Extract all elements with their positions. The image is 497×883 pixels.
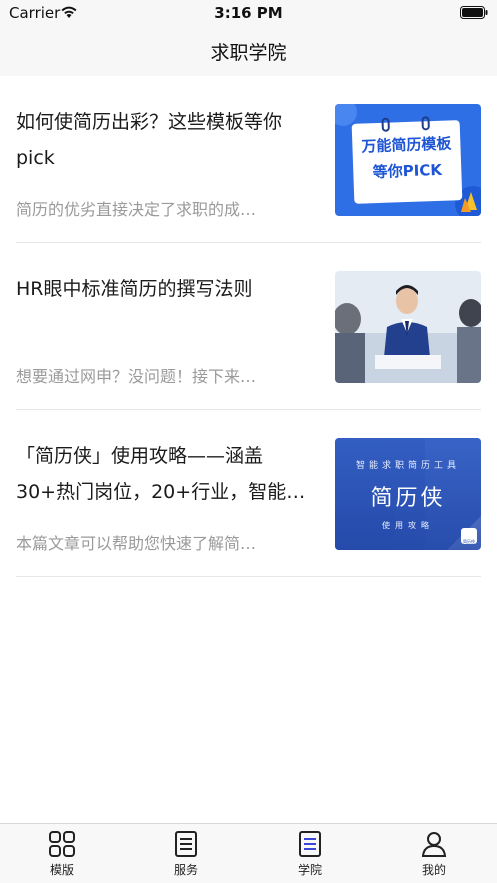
document-icon <box>175 831 197 857</box>
thumb-brand: 简历侠 <box>370 486 446 511</box>
article-thumbnail: 万能简历模板 等你PICK <box>335 104 481 216</box>
status-bar: Carrier 3:16 PM <box>0 0 497 28</box>
article-title: 如何使简历出彩？这些模板等你pick <box>16 111 283 169</box>
business-man-photo <box>335 271 481 383</box>
article-item-hr-resume-rules[interactable]: HR眼中标准简历的撰写法则 想要通过网申？没问题！接下来… <box>16 243 481 410</box>
tab-label: 模版 <box>49 863 74 877</box>
grid-icon <box>49 831 75 857</box>
article-item-resume-templates[interactable]: 如何使简历出彩？这些模板等你pick 简历的优劣直接决定了求职的成… 万能简历模… <box>16 76 481 243</box>
template-card: 万能简历模板 等你PICK <box>351 116 463 204</box>
article-title: 「简历侠」使用攻略——涵盖30+热门岗位，20+行业，智能… <box>16 445 306 503</box>
list-document-icon <box>299 831 321 857</box>
thumb-top-text: 智能求职简历工具 <box>355 461 460 471</box>
battery-icon <box>460 6 488 19</box>
article-thumbnail: 智能求职简历工具 简历侠 使用攻略 简历侠 <box>335 438 481 550</box>
top-bar: Carrier 3:16 PM 求职学院 <box>0 0 497 76</box>
app-screen: Carrier 3:16 PM 求职学院 如何使简历出彩？这些模板等你pick … <box>0 0 497 883</box>
person-icon <box>421 832 447 857</box>
tab-academy[interactable]: 学院 <box>280 830 340 878</box>
tab-label: 服务 <box>173 863 198 877</box>
thumb-bottom-text: 使用攻略 <box>382 521 434 530</box>
thumb-line-1: 万能简历模板 <box>361 134 452 156</box>
article-summary: 简历的优劣直接决定了求职的成… <box>16 200 257 219</box>
article-summary: 想要通过网申？没问题！接下来… <box>16 367 257 386</box>
tab-profile[interactable]: 我的 <box>404 830 464 878</box>
thumb-line-2: 等你PICK <box>372 160 443 182</box>
article-title: HR眼中标准简历的撰写法则 <box>16 278 253 300</box>
article-list: 如何使简历出彩？这些模板等你pick 简历的优劣直接决定了求职的成… 万能简历模… <box>0 76 497 577</box>
tab-services[interactable]: 服务 <box>156 830 216 878</box>
article-summary: 本篇文章可以帮助您快速了解简… <box>16 534 257 553</box>
tab-label: 我的 <box>421 863 446 877</box>
tab-label: 学院 <box>297 863 322 877</box>
clock: 3:16 PM <box>214 4 283 22</box>
tab-templates[interactable]: 模版 <box>32 830 92 878</box>
page-title: 求职学院 <box>210 42 287 64</box>
article-thumbnail <box>335 271 481 383</box>
app-logo-badge: 简历侠 <box>461 528 477 544</box>
tab-bar: 模版 服务 学院 我的 <box>0 823 497 883</box>
article-item-app-guide[interactable]: 「简历侠」使用攻略——涵盖30+热门岗位，20+行业，智能… 本篇文章可以帮助您… <box>16 410 481 577</box>
